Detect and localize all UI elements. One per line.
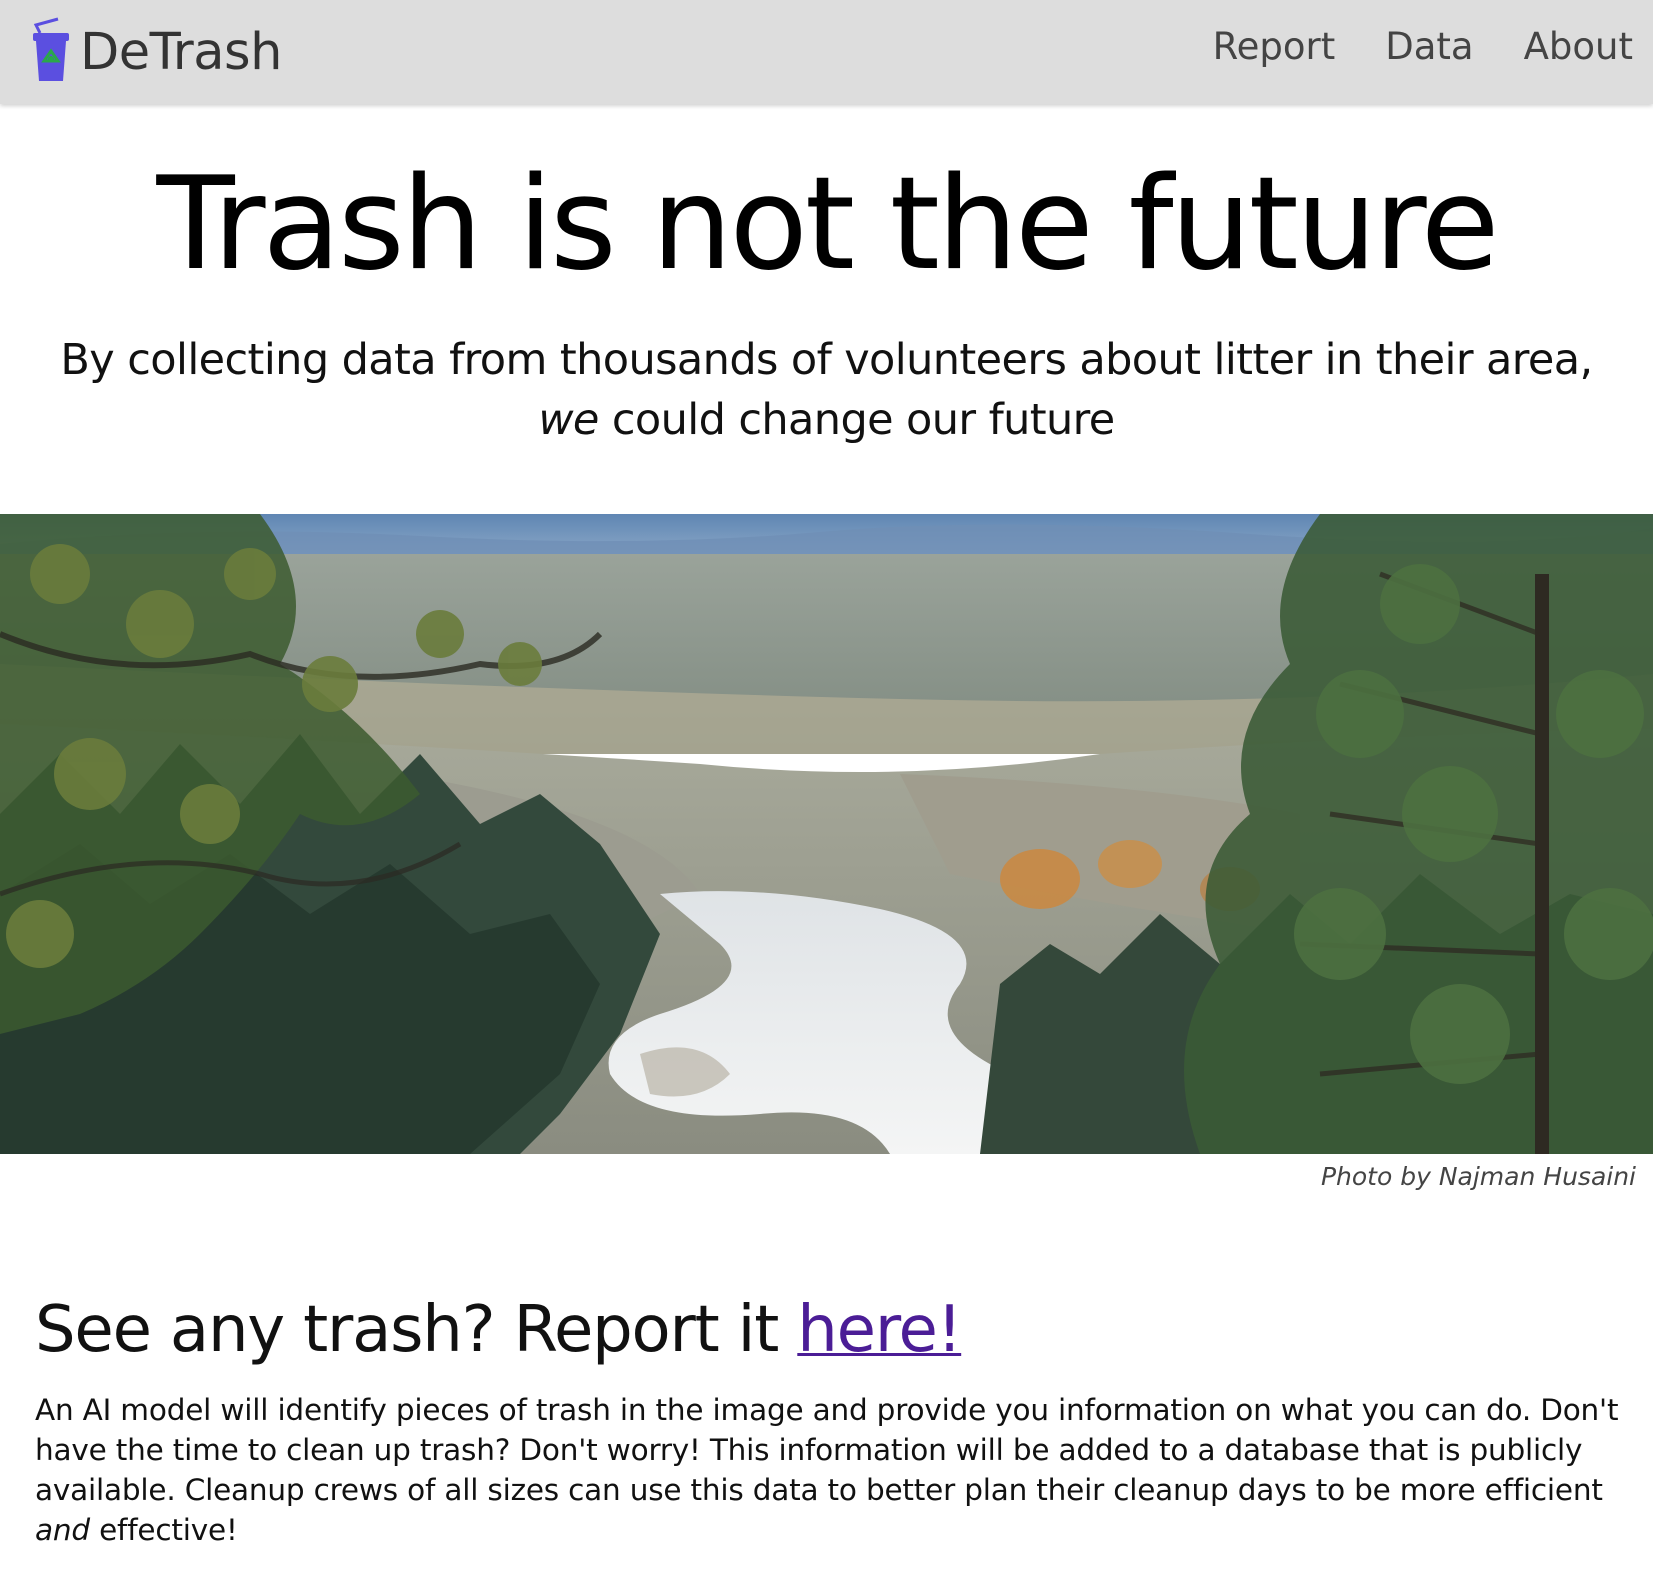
hero-subtitle-part2: could change our future bbox=[611, 395, 1115, 445]
nav-links: Report Data About bbox=[1163, 0, 1633, 92]
landscape-photo bbox=[0, 514, 1653, 1154]
brand-name: DeTrash bbox=[80, 22, 282, 82]
brand-home-link[interactable]: DeTrash bbox=[30, 8, 282, 96]
report-here-link[interactable]: here! bbox=[797, 1293, 962, 1367]
report-description-part2: effective! bbox=[89, 1513, 238, 1547]
hero-subtitle-emphasis: we bbox=[538, 395, 599, 445]
hero-title: Trash is not the future bbox=[156, 150, 1500, 299]
hero-subtitle-part1: By collecting data from thousands of vol… bbox=[60, 335, 1593, 385]
recycle-bin-cup-icon bbox=[33, 17, 69, 81]
hero-subtitle: By collecting data from thousands of vol… bbox=[30, 330, 1623, 450]
photo-credit: Photo by Najman Husaini bbox=[1320, 1162, 1636, 1191]
nav-link-about[interactable]: About bbox=[1524, 25, 1633, 68]
report-description: An AI model will identify pieces of tras… bbox=[35, 1390, 1625, 1550]
report-description-part1: An AI model will identify pieces of tras… bbox=[35, 1393, 1619, 1507]
report-description-emphasis: and bbox=[35, 1513, 90, 1547]
report-heading-text: See any trash? Report it bbox=[35, 1293, 798, 1367]
report-heading: See any trash? Report it here! bbox=[35, 1290, 962, 1370]
nav-link-report[interactable]: Report bbox=[1213, 25, 1336, 68]
nav-link-data[interactable]: Data bbox=[1385, 25, 1473, 68]
navbar: DeTrash Report Data About bbox=[0, 0, 1653, 104]
